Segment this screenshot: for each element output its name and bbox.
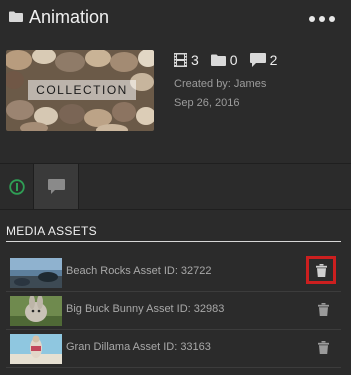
video-count: 3 — [174, 52, 199, 68]
panel-tabs — [0, 164, 351, 209]
tab-comments[interactable] — [33, 164, 79, 209]
row-separator — [6, 367, 341, 368]
asset-thumbnail — [10, 258, 62, 288]
comment-count-value: 2 — [269, 52, 278, 68]
collection-stats: 3 0 2 — [174, 51, 289, 69]
comment-icon — [47, 179, 65, 194]
asset-row[interactable]: Gran Dillama Asset ID: 33163 — [6, 330, 341, 368]
asset-name: Gran Dillama Asset ID: 33163 — [66, 341, 211, 353]
collection-thumb-label: COLLECTION — [28, 80, 136, 100]
folder-count-value: 0 — [229, 52, 238, 68]
collection-title: Animation — [29, 7, 110, 27]
trash-icon — [317, 302, 329, 316]
section-title: MEDIA ASSETS — [6, 224, 97, 238]
divider — [0, 209, 351, 210]
dot-icon — [309, 16, 315, 22]
more-options-button[interactable] — [309, 12, 335, 26]
info-icon — [8, 178, 25, 195]
delete-asset-button[interactable] — [306, 256, 336, 284]
comment-icon — [249, 53, 266, 67]
asset-thumbnail — [10, 296, 62, 326]
dot-icon — [329, 16, 335, 22]
asset-name: Big Buck Bunny Asset ID: 32983 — [66, 303, 225, 315]
tab-info[interactable] — [0, 164, 33, 209]
video-count-value: 3 — [191, 52, 199, 68]
created-by: Created by: James — [174, 78, 267, 90]
created-date: Sep 26, 2016 — [174, 97, 240, 109]
trash-icon — [315, 263, 327, 277]
collection-thumbnail[interactable]: COLLECTION — [6, 50, 154, 131]
asset-thumbnail — [10, 334, 62, 364]
dot-icon — [319, 16, 325, 22]
film-icon — [174, 53, 187, 67]
asset-row[interactable]: Big Buck Bunny Asset ID: 32983 — [6, 292, 341, 330]
asset-name: Beach Rocks Asset ID: 32722 — [66, 265, 212, 277]
asset-row[interactable]: Beach Rocks Asset ID: 32722 — [6, 254, 341, 292]
trash-icon — [317, 340, 329, 354]
delete-asset-button[interactable] — [314, 338, 332, 356]
collection-header: Animation — [0, 0, 351, 40]
section-rule — [6, 241, 341, 242]
folder-icon — [9, 11, 23, 22]
delete-asset-button[interactable] — [314, 300, 332, 318]
folder-count: 0 — [210, 52, 238, 68]
comment-count: 2 — [249, 52, 278, 68]
folder-icon — [210, 54, 226, 66]
